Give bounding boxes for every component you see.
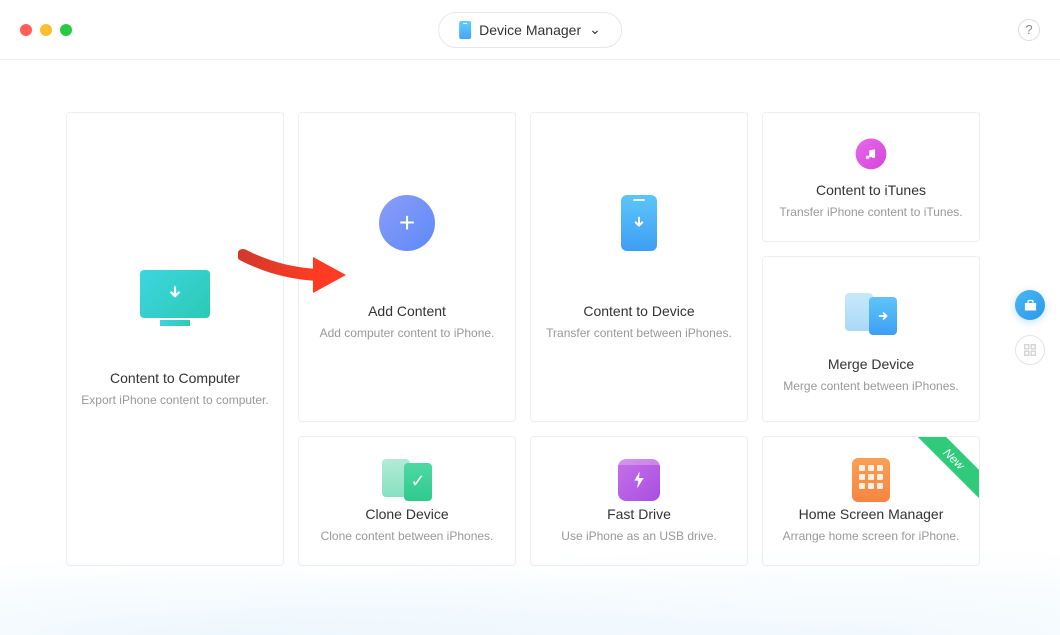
- side-btn-grid[interactable]: [1015, 335, 1045, 365]
- card-title: Clone Device: [365, 506, 448, 522]
- monitor-download-icon: [140, 270, 210, 318]
- merge-device-card[interactable]: Merge Device Merge content between iPhon…: [762, 256, 980, 422]
- music-icon: [850, 135, 892, 172]
- device-manager-dropdown[interactable]: Device Manager ⌄: [438, 12, 622, 48]
- plus-icon: +: [377, 193, 437, 253]
- help-button[interactable]: ?: [1018, 19, 1040, 41]
- merge-icon: [841, 284, 901, 344]
- new-badge: [909, 437, 979, 507]
- titlebar: Device Manager ⌄ ?: [0, 0, 1060, 60]
- dropdown-label: Device Manager: [479, 22, 581, 38]
- card-desc: Use iPhone as an USB drive.: [561, 528, 716, 545]
- card-desc: Transfer iPhone content to iTunes.: [779, 204, 962, 221]
- content-to-itunes-card[interactable]: Content to iTunes Transfer iPhone conten…: [762, 112, 980, 242]
- home-screen-icon: [841, 457, 901, 502]
- card-title: Content to Device: [583, 303, 694, 319]
- card-desc: Export iPhone content to computer.: [81, 392, 268, 409]
- drive-icon: [609, 457, 669, 502]
- card-desc: Transfer content between iPhones.: [546, 325, 732, 342]
- card-title: Home Screen Manager: [799, 506, 944, 522]
- card-title: Content to Computer: [110, 370, 240, 386]
- card-title: Content to iTunes: [816, 182, 926, 198]
- side-nav: [1015, 290, 1045, 365]
- close-window-button[interactable]: [20, 24, 32, 36]
- content-to-device-card[interactable]: Content to Device Transfer content betwe…: [530, 112, 748, 422]
- phone-icon: [459, 21, 471, 39]
- card-desc: Add computer content to iPhone.: [320, 325, 495, 342]
- card-title: Fast Drive: [607, 506, 671, 522]
- arrow-annotation: [238, 245, 348, 310]
- maximize-window-button[interactable]: [60, 24, 72, 36]
- home-screen-manager-card[interactable]: Home Screen Manager Arrange home screen …: [762, 436, 980, 566]
- fast-drive-card[interactable]: Fast Drive Use iPhone as an USB drive.: [530, 436, 748, 566]
- card-desc: Clone content between iPhones.: [321, 528, 494, 545]
- window-controls: [20, 24, 72, 36]
- clone-icon: ✓: [377, 457, 437, 502]
- card-desc: Arrange home screen for iPhone.: [783, 528, 960, 545]
- card-title: Merge Device: [828, 356, 914, 372]
- card-grid: Content to Computer Export iPhone conten…: [66, 112, 994, 566]
- main-content: Content to Computer Export iPhone conten…: [0, 60, 1060, 566]
- card-desc: Merge content between iPhones.: [783, 378, 958, 395]
- side-btn-toolbox[interactable]: [1015, 290, 1045, 320]
- chevron-down-icon: ⌄: [589, 21, 601, 38]
- content-to-computer-card[interactable]: Content to Computer Export iPhone conten…: [66, 112, 284, 566]
- minimize-window-button[interactable]: [40, 24, 52, 36]
- phone-download-icon: [609, 193, 669, 253]
- clone-device-card[interactable]: ✓ Clone Device Clone content between iPh…: [298, 436, 516, 566]
- card-title: Add Content: [368, 303, 446, 319]
